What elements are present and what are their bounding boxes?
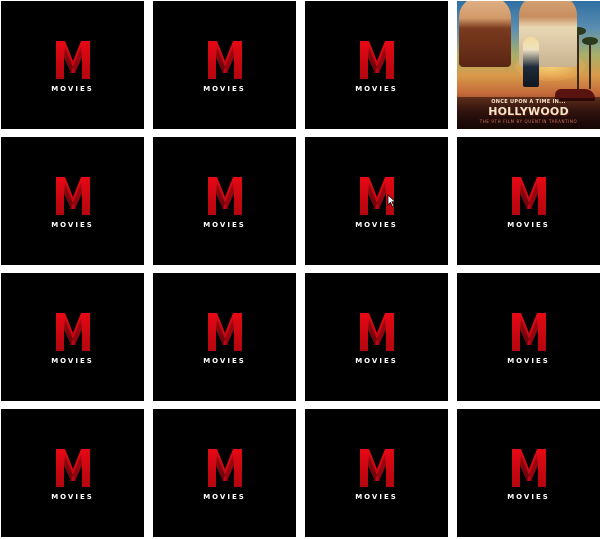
card-label: MOVIES [203,493,246,501]
memory-game-board: MOVIES MOVIES MOVIES ONCE UPON A TIME IN… [0,0,600,539]
card-label: MOVIES [51,221,94,229]
poster-figure-left [459,1,511,67]
m-logo-icon [206,311,244,351]
memory-card-face-down[interactable]: MOVIES [1,1,144,129]
card-label: MOVIES [203,85,246,93]
memory-card-face-down[interactable]: MOVIES [153,137,296,265]
memory-card-face-down[interactable]: MOVIES [305,409,448,537]
card-label: MOVIES [355,493,398,501]
m-logo-icon [54,311,92,351]
m-logo-icon [206,447,244,487]
card-label: MOVIES [51,357,94,365]
memory-card-face-down[interactable]: MOVIES [1,273,144,401]
card-label: MOVIES [507,357,550,365]
m-logo-icon [358,447,396,487]
card-label: MOVIES [203,221,246,229]
m-logo-icon [358,311,396,351]
poster-title: HOLLYWOOD [488,105,569,118]
memory-card-face-down[interactable]: MOVIES [457,273,600,401]
card-label: MOVIES [355,85,398,93]
m-logo-icon [206,175,244,215]
memory-card-face-down[interactable]: MOVIES [457,409,600,537]
memory-card-face-down[interactable]: MOVIES [305,273,448,401]
card-label: MOVIES [355,357,398,365]
memory-card-revealed[interactable]: ONCE UPON A TIME IN... HOLLYWOOD THE 9TH… [457,1,600,129]
m-logo-icon [54,175,92,215]
m-logo-icon [510,175,548,215]
memory-card-face-down[interactable]: MOVIES [153,273,296,401]
m-logo-icon [54,447,92,487]
m-logo-icon [206,39,244,79]
poster-figure-center [523,37,539,87]
memory-card-face-down[interactable]: MOVIES [305,1,448,129]
card-label: MOVIES [51,493,94,501]
m-logo-icon [54,39,92,79]
memory-card-face-down[interactable]: MOVIES [1,409,144,537]
card-label: MOVIES [507,493,550,501]
m-logo-icon [510,311,548,351]
memory-card-face-down[interactable]: MOVIES [153,409,296,537]
card-label: MOVIES [355,221,398,229]
poster-palm-trunk [589,41,591,89]
memory-card-face-down[interactable]: MOVIES [305,137,448,265]
poster-palm-fronds [582,37,598,45]
card-label: MOVIES [51,85,94,93]
card-label: MOVIES [507,221,550,229]
poster-palm-trunk [577,31,579,89]
card-label: MOVIES [203,357,246,365]
m-logo-icon [358,39,396,79]
m-logo-icon [510,447,548,487]
memory-card-face-down[interactable]: MOVIES [457,137,600,265]
memory-card-face-down[interactable]: MOVIES [153,1,296,129]
poster-credit: THE 9TH FILM BY QUENTIN TARANTINO [479,119,578,124]
memory-card-face-down[interactable]: MOVIES [1,137,144,265]
m-logo-icon [358,175,396,215]
